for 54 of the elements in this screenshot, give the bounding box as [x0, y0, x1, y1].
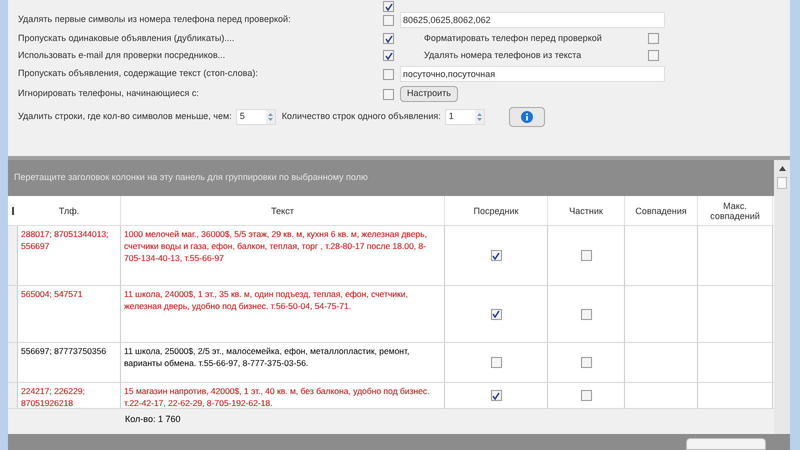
checkbox[interactable] [383, 1, 394, 12]
column-header[interactable]: Частник [548, 196, 625, 225]
option-label: Форматировать телефон перед проверкой [424, 32, 603, 45]
number-spinner[interactable]: 5 [236, 109, 276, 125]
settings-button[interactable]: Настроить [400, 86, 458, 102]
checkbox[interactable] [490, 308, 502, 320]
text-field[interactable]: 80625,0625,8062,062 [400, 12, 665, 28]
checkbox[interactable] [383, 88, 394, 100]
checkbox[interactable] [490, 390, 502, 401]
option-label: Количество строк одного объявления: [282, 110, 441, 124]
checkbox[interactable] [648, 50, 659, 61]
checkbox[interactable] [580, 250, 592, 261]
spinner-arrows-icon [266, 110, 275, 124]
checkbox[interactable] [383, 14, 394, 26]
table-cell: 288017; 87051344013; 556697 [18, 226, 121, 285]
option-label: Пропускать объявления, содержащие текст (стоп-слова): [18, 67, 259, 80]
checkbox[interactable] [648, 33, 659, 44]
table-cell: 11 школа, 25000$, 2/5 эт., малосемейка, ефон, металлопластик, ремонт, варианты обмена. т.55-66-97, 8-777-375-03-56. [121, 343, 445, 382]
row-indicator-icon [12, 206, 14, 214]
column-header[interactable]: Макс. совпадений [698, 196, 773, 225]
checkbox[interactable] [580, 308, 592, 320]
checkbox[interactable] [580, 390, 592, 401]
option-label: Удалять первые символы из номера телефона перед проверкой: [18, 13, 292, 26]
table-cell: 565004; 547571 [18, 286, 121, 342]
spinner-arrows-icon [474, 110, 484, 124]
option-label: Использовать e-mail для проверки посредников... [18, 48, 226, 62]
table-cell: 11 школа, 24000$, 1 эт., 35 кв. м, один подъезд, теплая, ефон, счетчики, железная дверь, удобно под бизнес. т.56-50-04, 54-75-71. [121, 286, 445, 342]
checkbox[interactable] [383, 33, 394, 44]
table-cell: 1000 мелочей маг., 36000$, 5/5 этаж, 29 кв. м, кухня 6 кв. м, железная дверь, счетчики воды и газа, ефон, балкон, теплая, торг , т.28-80-17 после 18.00, 8-705-134-40-13, т.55-66-97 [121, 226, 445, 285]
checkbox[interactable] [490, 357, 502, 368]
checkbox[interactable] [580, 357, 592, 368]
column-header[interactable]: Текст [121, 196, 445, 225]
row-count: Кол-во: 1 760 [124, 413, 182, 426]
scrollbar[interactable] [774, 160, 790, 434]
scrollbar-thumb[interactable] [777, 177, 787, 189]
table-cell: 15 магазин напротив, 42000$, 1 эт., 40 кв. м, без балкона, удобно под бизнес. т.22-42-17, 22-62-29, 8-705-192-62-18. [121, 383, 445, 408]
checkbox[interactable] [383, 50, 394, 61]
option-label: Удалить строки, где кол-во символов меньше, чем: [18, 110, 232, 124]
checkbox[interactable] [383, 68, 394, 80]
option-label: Пропускать одинаковые объявления (дубликаты).... [18, 32, 236, 45]
checkbox[interactable] [490, 250, 502, 261]
info-icon [520, 111, 533, 123]
option-label: Удалять номера телефонов из текста [424, 48, 582, 62]
number-spinner[interactable]: 1 [444, 109, 485, 125]
text-field[interactable]: посуточно,посуточная [400, 66, 665, 82]
table-cell: 556697; 87773750356 [18, 343, 121, 382]
option-label: Игнорировать телефоны, начинающиеся с: [18, 87, 200, 100]
column-header[interactable]: Совпадения [625, 196, 698, 225]
column-header[interactable]: Посредник [445, 196, 548, 225]
column-header[interactable]: Тлф. [18, 196, 121, 225]
scroll-up-icon[interactable] [778, 166, 786, 171]
info-button[interactable] [508, 107, 545, 127]
group-panel-hint: Перетащите заголовок колонки на эту панель для группировки по выбранному полю [14, 171, 368, 184]
table-cell: 224217; 226229; 87051926218 [18, 383, 121, 408]
